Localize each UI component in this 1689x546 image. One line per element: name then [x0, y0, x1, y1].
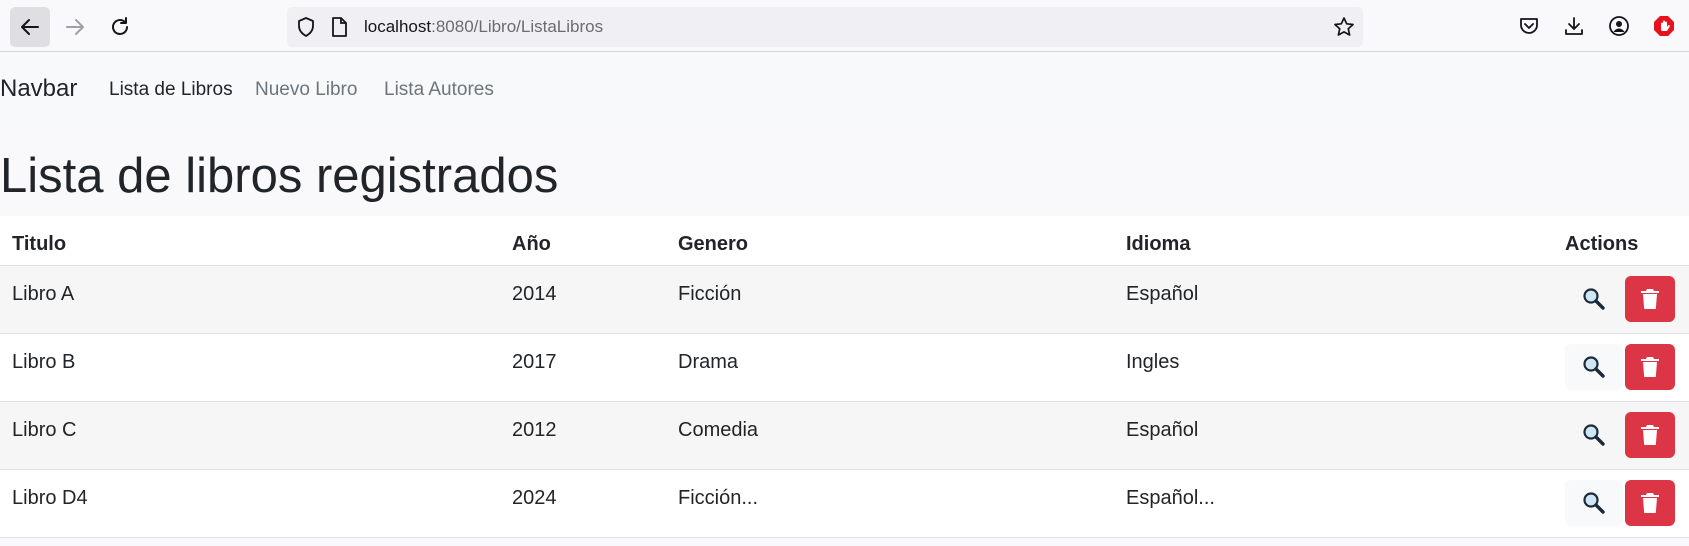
trash-icon [1641, 425, 1659, 445]
table-row: Libro D4 2024 Ficción... Español... [0, 470, 1689, 538]
magnifying-glass-icon [1583, 492, 1605, 514]
header-genero: Genero [678, 233, 749, 255]
view-button[interactable] [1565, 480, 1623, 526]
back-button[interactable] [10, 7, 50, 47]
pocket-icon[interactable] [1518, 15, 1540, 37]
nav-link-nuevo-libro[interactable]: Nuevo Libro [255, 78, 357, 101]
extension-stop-icon[interactable] [1653, 15, 1675, 37]
address-bar[interactable]: localhost:8080/Libro/ListaLibros [287, 7, 1363, 47]
cell-titulo: Libro B [12, 351, 76, 373]
delete-button[interactable] [1625, 412, 1675, 458]
table-row: Libro A 2014 Ficción Español [0, 266, 1689, 334]
nav-link-lista-libros[interactable]: Lista de Libros [109, 78, 233, 101]
cell-idioma: Ingles [1126, 351, 1180, 373]
arrow-right-icon [66, 19, 84, 35]
cell-anio: 2014 [512, 283, 557, 305]
navbar: Navbar Lista de Libros Nuevo Libro Lista… [0, 53, 1689, 123]
reload-icon [112, 17, 128, 35]
delete-button[interactable] [1625, 344, 1675, 390]
cell-anio: 2024 [512, 487, 557, 509]
table-row: Libro C 2012 Comedia Español [0, 402, 1689, 470]
view-button[interactable] [1565, 276, 1623, 322]
delete-button[interactable] [1625, 276, 1675, 322]
forward-button[interactable] [55, 7, 95, 47]
cell-idioma: Español [1126, 419, 1199, 441]
url-path: :8080/Libro/ListaLibros [431, 17, 604, 36]
header-idioma: Idioma [1126, 233, 1191, 255]
magnifying-glass-icon [1583, 288, 1605, 310]
cell-titulo: Libro A [12, 283, 75, 305]
trash-icon [1641, 357, 1659, 377]
cell-genero: Drama [678, 351, 739, 373]
table-header: Titulo Año Genero Idioma Actions [0, 216, 1689, 266]
trash-icon [1641, 493, 1659, 513]
magnifying-glass-icon [1583, 356, 1605, 378]
trash-icon [1641, 289, 1659, 309]
download-icon[interactable] [1563, 15, 1585, 37]
shield-icon[interactable] [295, 16, 317, 38]
navbar-brand[interactable]: Navbar [0, 75, 77, 103]
view-button[interactable] [1565, 344, 1623, 390]
account-icon[interactable] [1608, 15, 1630, 37]
url-host: localhost [364, 17, 432, 36]
cell-genero: Ficción [678, 283, 742, 305]
star-icon[interactable] [1333, 16, 1355, 38]
browser-toolbar: localhost:8080/Libro/ListaLibros [0, 0, 1689, 52]
cell-anio: 2017 [512, 351, 557, 373]
delete-button[interactable] [1625, 480, 1675, 526]
view-button[interactable] [1565, 412, 1623, 458]
cell-idioma: Español... [1126, 487, 1215, 509]
header-titulo: Titulo [12, 233, 67, 255]
cell-anio: 2012 [512, 419, 557, 441]
page-title: Lista de libros registrados [0, 149, 559, 203]
page-icon[interactable] [328, 16, 350, 38]
nav-link-lista-autores[interactable]: Lista Autores [384, 78, 494, 101]
url-text[interactable]: localhost:8080/Libro/ListaLibros [364, 17, 603, 37]
cell-genero: Comedia [678, 419, 759, 441]
reload-button[interactable] [100, 7, 140, 47]
header-anio: Año [512, 233, 551, 255]
cell-idioma: Español [1126, 283, 1199, 305]
magnifying-glass-icon [1583, 424, 1605, 446]
cell-genero: Ficción... [678, 487, 759, 509]
arrow-left-icon [21, 19, 39, 35]
cell-titulo: Libro C [12, 419, 77, 441]
table-row: Libro B 2017 Drama Ingles [0, 334, 1689, 402]
cell-titulo: Libro D4 [12, 487, 88, 509]
header-actions: Actions [1565, 233, 1639, 255]
